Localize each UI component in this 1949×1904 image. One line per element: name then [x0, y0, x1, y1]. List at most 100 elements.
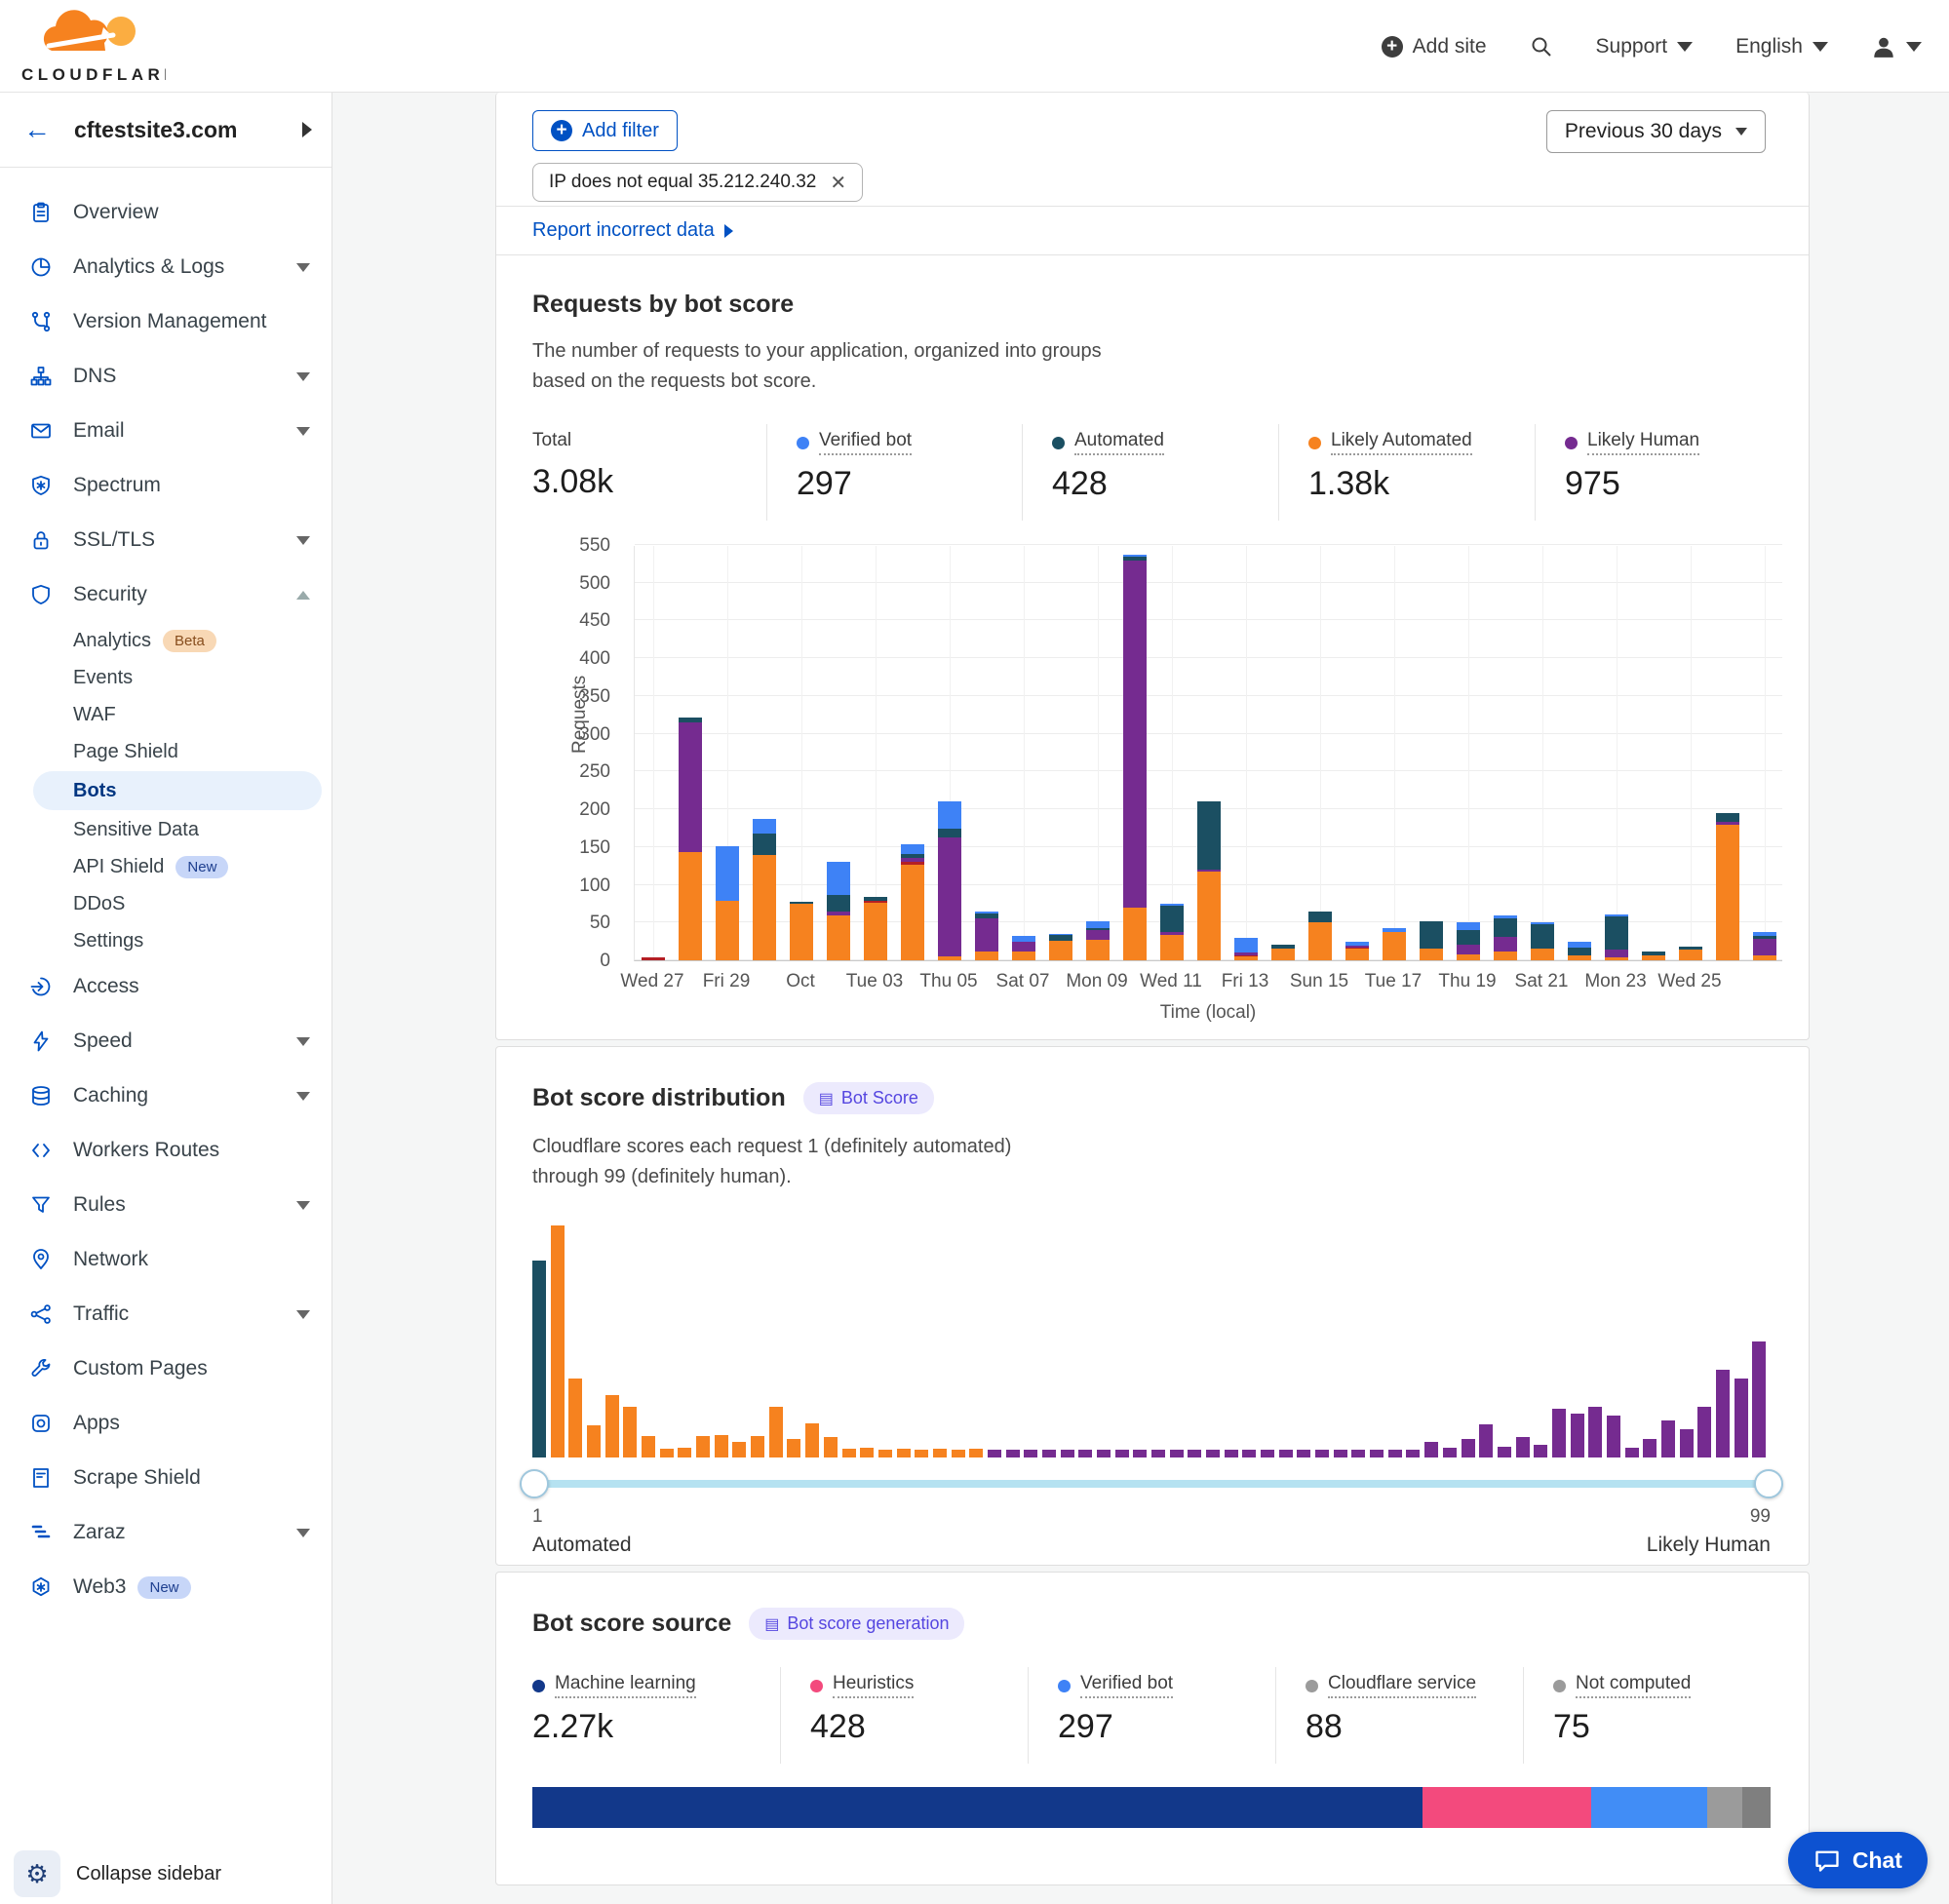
distribution-histogram: [532, 1225, 1771, 1457]
support-menu[interactable]: Support: [1596, 35, 1694, 58]
bar-segment-automated: [1716, 813, 1739, 822]
sidebar-subitem-settings[interactable]: Settings: [0, 922, 331, 959]
sidebar-subitem-label: Events: [73, 667, 133, 689]
histogram-bar: [1643, 1439, 1657, 1457]
stat-not-computed: Not computed75: [1523, 1667, 1771, 1764]
stat-verified-bot: Verified bot297: [1028, 1667, 1275, 1764]
chevron-down-icon: [1735, 128, 1747, 136]
code-brackets-icon: [29, 1139, 53, 1162]
sidebar-item-rules[interactable]: Rules: [0, 1178, 331, 1232]
gear-icon[interactable]: ⚙: [14, 1850, 60, 1897]
gridline: [635, 733, 1782, 734]
lightning-icon: [29, 1030, 53, 1053]
sidebar-subitem-bots[interactable]: Bots: [33, 771, 322, 810]
sidebar-subitem-events[interactable]: Events: [0, 659, 331, 696]
sidebar-subitem-label: API Shield: [73, 856, 164, 878]
bar-segment-likely-automated: [1049, 941, 1072, 960]
histogram-bar: [551, 1225, 565, 1457]
app-box-icon: [29, 1412, 53, 1435]
sidebar-item-workers-routes[interactable]: Workers Routes: [0, 1123, 331, 1178]
bar-segment-likely-automated: [716, 901, 739, 960]
sidebar-item-ssl-tls[interactable]: SSL/TLS: [0, 513, 331, 567]
bar-segment-automated: [753, 834, 776, 855]
shield-star-icon: [29, 474, 53, 497]
sidebar-subitem-analytics[interactable]: AnalyticsBeta: [0, 622, 331, 659]
chat-button[interactable]: Chat: [1788, 1832, 1928, 1888]
stat-value: 88: [1306, 1708, 1523, 1746]
sidebar-subitem-ddos[interactable]: DDoS: [0, 885, 331, 922]
histogram-bar: [787, 1439, 800, 1457]
sidebar-subitem-sensitive-data[interactable]: Sensitive Data: [0, 811, 331, 848]
cloudflare-logo[interactable]: CLOUDFLARE: [19, 6, 166, 88]
x-axis-label: Time (local): [634, 1002, 1782, 1024]
bot-score-generation-badge[interactable]: ▤ Bot score generation: [749, 1608, 964, 1640]
add-site-button[interactable]: + Add site: [1382, 35, 1487, 58]
sidebar-item-apps[interactable]: Apps: [0, 1396, 331, 1451]
sidebar-item-network[interactable]: Network: [0, 1232, 331, 1287]
histogram-bar: [623, 1407, 637, 1457]
bar-segment-likely-automated: [1383, 932, 1406, 960]
source-segment-verified-bot: [1591, 1787, 1707, 1828]
bar-segment-likely-human: [975, 918, 998, 951]
bot-score-badge[interactable]: ▤ Bot Score: [803, 1082, 934, 1114]
legend-dot-icon: [810, 1680, 823, 1692]
histogram-bar: [1571, 1414, 1584, 1457]
slider-track[interactable]: [532, 1480, 1771, 1488]
collapse-sidebar-button[interactable]: Collapse sidebar: [76, 1863, 221, 1885]
sidebar-item-label: Custom Pages: [73, 1357, 310, 1380]
sidebar-item-access[interactable]: Access: [0, 959, 331, 1014]
report-incorrect-data-link[interactable]: Report incorrect data: [532, 219, 733, 242]
bar-segment-likely-automated: [1271, 949, 1295, 960]
histogram-bar: [1424, 1442, 1438, 1457]
y-axis-tick: 100: [542, 875, 610, 897]
add-filter-button[interactable]: + Add filter: [532, 110, 678, 151]
chevron-down-icon: [1677, 42, 1693, 52]
back-arrow-icon[interactable]: ←: [23, 116, 51, 143]
stat-label-text: Machine learning: [555, 1673, 696, 1698]
sidebar-item-caching[interactable]: Caching: [0, 1069, 331, 1123]
sidebar-item-web3[interactable]: Web3New: [0, 1560, 331, 1614]
sidebar-item-email[interactable]: Email: [0, 404, 331, 458]
histogram-bar: [1133, 1450, 1147, 1457]
close-icon[interactable]: ✕: [830, 171, 846, 195]
sidebar-item-dns[interactable]: DNS: [0, 349, 331, 404]
sidebar-item-custom-pages[interactable]: Custom Pages: [0, 1341, 331, 1396]
sidebar-subitem-waf[interactable]: WAF: [0, 696, 331, 733]
chart-bar: [1531, 922, 1554, 960]
sidebar-subitem-page-shield[interactable]: Page Shield: [0, 733, 331, 770]
stat-value: 297: [1058, 1708, 1275, 1746]
sidebar-item-traffic[interactable]: Traffic: [0, 1287, 331, 1341]
sidebar-item-zaraz[interactable]: Zaraz: [0, 1505, 331, 1560]
bar-segment-likely-automated: [1753, 955, 1776, 960]
stat-likely-automated: Likely Automated1.38k: [1278, 424, 1535, 521]
slider-handle-max[interactable]: [1754, 1469, 1783, 1498]
chevron-right-icon[interactable]: [302, 122, 312, 137]
report-row: Report incorrect data: [496, 207, 1809, 255]
sidebar-subitem-api-shield[interactable]: API ShieldNew: [0, 848, 331, 885]
sidebar-item-speed[interactable]: Speed: [0, 1014, 331, 1069]
chart-bar: [716, 846, 739, 960]
sidebar-item-overview[interactable]: Overview: [0, 185, 331, 240]
sidebar-item-label: Email: [73, 419, 296, 443]
y-axis-tick: 500: [542, 573, 610, 595]
bar-segment-likely-human: [679, 722, 702, 852]
sidebar-item-scrape-shield[interactable]: Scrape Shield: [0, 1451, 331, 1505]
chevron-down-icon: [296, 1529, 310, 1537]
language-menu[interactable]: English: [1735, 35, 1828, 58]
bar-segment-likely-automated: [1345, 949, 1369, 960]
slider-handle-min[interactable]: [520, 1469, 549, 1498]
sidebar-item-analytics-logs[interactable]: Analytics & Logs: [0, 240, 331, 294]
sidebar-item-security[interactable]: Security: [0, 567, 331, 622]
share-nodes-icon: [29, 1302, 53, 1326]
sidebar-item-spectrum[interactable]: Spectrum: [0, 458, 331, 513]
pie-chart-icon: [29, 255, 53, 279]
search-icon[interactable]: [1530, 35, 1553, 58]
sidebar-item-version-management[interactable]: Version Management: [0, 294, 331, 349]
y-axis-tick: 250: [542, 761, 610, 783]
filter-chip[interactable]: IP does not equal 35.212.240.32 ✕: [532, 163, 863, 202]
account-menu[interactable]: [1871, 34, 1922, 59]
date-range-selector[interactable]: Previous 30 days: [1546, 110, 1766, 153]
histogram-bar: [1479, 1424, 1493, 1458]
document-icon: [29, 1466, 53, 1490]
envelope-icon: [29, 419, 53, 443]
